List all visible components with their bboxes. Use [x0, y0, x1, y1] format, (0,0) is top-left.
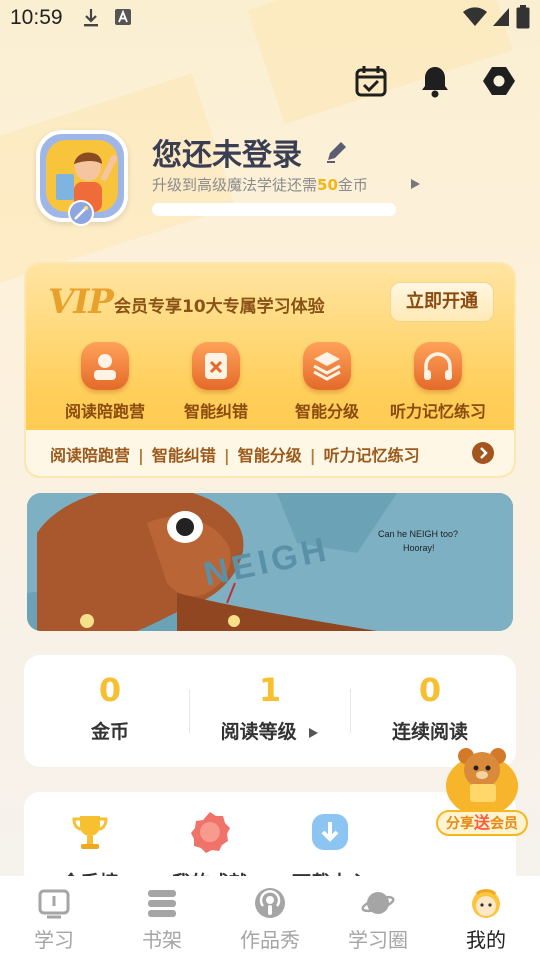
- font-status-icon: [115, 9, 131, 25]
- tab-study[interactable]: 学习: [0, 886, 108, 953]
- stat-label: 金币: [90, 721, 129, 743]
- stat-streak[interactable]: 0 连续阅读: [348, 671, 512, 744]
- bookshelf-icon: [145, 886, 179, 920]
- edit-pencil-icon[interactable]: [324, 138, 350, 164]
- vip-feature-label: 阅读陪跑营: [64, 402, 145, 421]
- tab-label: 书架: [142, 928, 182, 952]
- vip-feature-listening[interactable]: 听力记忆练习: [383, 342, 493, 422]
- trophy-icon: [68, 810, 112, 854]
- reading-level-arrow-icon: [309, 727, 319, 738]
- reading-camp-icon: [81, 342, 129, 390]
- smart-correction-icon: [192, 342, 240, 390]
- tab-label: 学习圈: [348, 928, 408, 952]
- level-hint-text: 升级到高级魔法学徒还需: [152, 176, 318, 194]
- tab-label: 作品秀: [240, 928, 300, 952]
- stat-value: 0: [98, 671, 122, 709]
- tab-label: 我的: [466, 928, 506, 952]
- status-bar: 10:59: [0, 0, 540, 36]
- login-status-title[interactable]: 您还未登录: [152, 130, 302, 174]
- stat-reading-level[interactable]: 1 阅读等级: [188, 671, 352, 744]
- stat-label: 连续阅读: [391, 721, 468, 743]
- vip-feature-label: 智能分级: [294, 402, 359, 421]
- tab-mine[interactable]: 我的: [432, 886, 540, 953]
- book-open-icon: [37, 886, 71, 920]
- stack-layers-icon: [303, 342, 351, 390]
- level-hint-unit: 金币: [337, 176, 368, 194]
- wand-badge-icon: [68, 200, 94, 226]
- stat-value: 0: [418, 671, 442, 709]
- calendar-checkin-icon[interactable]: [354, 64, 388, 98]
- stat-coins[interactable]: 0 金币: [28, 671, 192, 744]
- bear-mascot-icon: [446, 748, 518, 816]
- tab-bookshelf[interactable]: 书架: [108, 886, 216, 953]
- share-text: 分享: [445, 816, 474, 832]
- download-center-icon: [308, 810, 352, 854]
- level-hint-amount: 50: [317, 176, 338, 194]
- marquee-item: 智能分级: [237, 446, 302, 465]
- vip-activate-button[interactable]: 立即开通: [390, 282, 494, 322]
- planet-icon: [361, 886, 395, 920]
- settings-hexagon-icon[interactable]: [482, 64, 516, 98]
- level-arrow-icon[interactable]: [409, 178, 421, 190]
- marquee-item: 阅读陪跑营: [50, 446, 131, 465]
- vip-more-arrow-icon[interactable]: [472, 442, 494, 464]
- tab-showcase[interactable]: 作品秀: [216, 886, 324, 953]
- podcast-broadcast-icon: [253, 886, 287, 920]
- level-upgrade-hint: 升级到高级魔法学徒还需50金币: [152, 174, 368, 195]
- level-progress-bar: [152, 203, 396, 216]
- headphones-icon: [414, 342, 462, 390]
- vip-feature-reading-camp[interactable]: 阅读陪跑营: [50, 342, 160, 422]
- vip-slogan: 会员专享10大专属学习体验: [114, 297, 325, 317]
- vip-feature-label: 听力记忆练习: [389, 402, 486, 421]
- signal-icon: [493, 8, 509, 26]
- marquee-item: 智能纠错: [151, 446, 216, 465]
- banner-line2: Hooray!: [403, 543, 435, 553]
- vip-feature-label: 智能纠错: [183, 402, 248, 421]
- stat-value: 1: [258, 671, 282, 709]
- vip-feature-smart-correction[interactable]: 智能纠错: [161, 342, 271, 422]
- notification-bell-icon[interactable]: [418, 64, 452, 98]
- banner-line1: Can he NEIGH too?: [378, 529, 459, 539]
- vip-feature-smart-level[interactable]: 智能分级: [272, 342, 382, 422]
- vip-logo: VIP: [48, 282, 114, 322]
- download-status-icon: [84, 9, 98, 27]
- share-text: 会员: [490, 816, 518, 832]
- vip-marquee-text: 阅读陪跑营 | 智能纠错 | 智能分级 | 听力记忆练习: [50, 446, 420, 465]
- bottom-tab-bar: 学习 书架 作品秀 学习圈 我的: [0, 876, 540, 960]
- battery-icon: [516, 5, 530, 29]
- stat-label-wrap: 阅读等级: [188, 717, 352, 744]
- marquee-item: 听力记忆练习: [323, 446, 420, 465]
- wifi-icon: [463, 7, 487, 27]
- share-vip-label: 分享送会员: [436, 810, 528, 836]
- status-time: 10:59: [10, 6, 63, 29]
- stat-label: 阅读等级: [220, 721, 297, 743]
- vip-card[interactable]: VIP 会员专享10大专属学习体验 立即开通 阅读陪跑营 智能纠错 智能分级 听…: [24, 262, 516, 478]
- share-emphasis: 送: [473, 813, 490, 832]
- tab-study-circle[interactable]: 学习圈: [324, 886, 432, 953]
- tab-label: 学习: [34, 928, 74, 952]
- medal-badge-icon: [188, 810, 232, 854]
- mine-face-icon: [469, 886, 503, 920]
- promo-banner[interactable]: NEIGH Can he NEIGH too? Hooray!: [27, 493, 513, 631]
- share-vip-float-button[interactable]: 分享送会员: [436, 744, 528, 840]
